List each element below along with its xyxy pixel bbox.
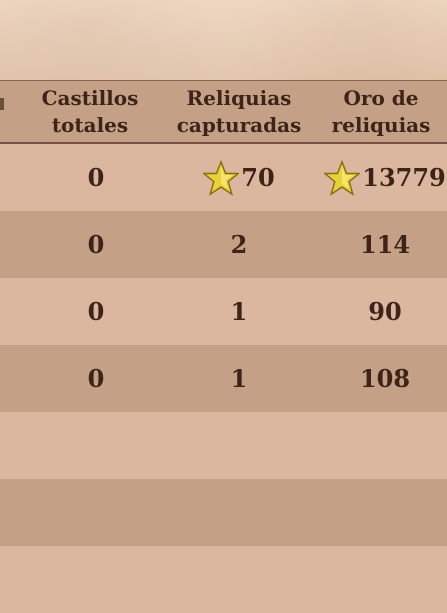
cell-captured-relics: 1: [230, 364, 248, 393]
table-row[interactable]: 0 1 90: [0, 278, 447, 345]
cell-relic-gold: 108: [359, 364, 411, 393]
cell-total-castles: 0: [87, 297, 105, 326]
captured-relics-value: 70: [241, 163, 275, 192]
cell-relic-gold: 114: [359, 230, 411, 259]
table-row[interactable]: [0, 546, 447, 613]
cell-captured-relics: 2: [230, 230, 248, 259]
cell-total-castles: [56, 412, 136, 479]
star-icon: [203, 159, 240, 196]
star-icon: [324, 159, 361, 196]
header-relic-gold-line2: reliquias: [331, 113, 431, 137]
table-row[interactable]: 0 1 108: [0, 345, 447, 412]
cell-total-castles: 0: [87, 364, 105, 393]
header-relic-gold-line1: Oro de: [343, 86, 419, 110]
cell-total-castles: 0: [87, 230, 105, 259]
table-row[interactable]: 0 70 13779: [0, 144, 447, 211]
relic-gold-value: 13779: [362, 163, 446, 192]
cell-total-castles: [56, 479, 136, 546]
header-relic-gold[interactable]: Oro de reliquias: [315, 81, 447, 143]
cell-relic-gold: 90: [368, 297, 402, 326]
header-captured-relics[interactable]: Reliquias capturadas: [160, 81, 318, 143]
cell-captured-relics: 70: [190, 144, 288, 211]
cell-captured-relics: [190, 412, 288, 479]
table-row[interactable]: 0 2 114: [0, 211, 447, 278]
cell-relic-gold: 13779: [323, 144, 447, 211]
cell-captured-relics: [190, 479, 288, 546]
header-total-castles-line1: Castillos: [41, 86, 139, 110]
cell-relic-gold: [323, 479, 447, 546]
header-total-castles-line2: totales: [51, 113, 129, 137]
header-captured-relics-line2: capturadas: [176, 113, 302, 137]
table-header: Castillos totales Reliquias capturadas O…: [0, 80, 447, 144]
leaderboard-table: Castillos totales Reliquias capturadas O…: [0, 80, 447, 613]
parchment-background: [0, 0, 447, 80]
cell-relic-gold: [323, 412, 447, 479]
cell-total-castles: 0: [87, 163, 105, 192]
header-total-castles[interactable]: Castillos totales: [0, 81, 180, 143]
cell-captured-relics: 1: [230, 297, 248, 326]
header-captured-relics-line1: Reliquias: [186, 86, 292, 110]
table-row[interactable]: [0, 412, 447, 479]
table-row[interactable]: [0, 479, 447, 546]
